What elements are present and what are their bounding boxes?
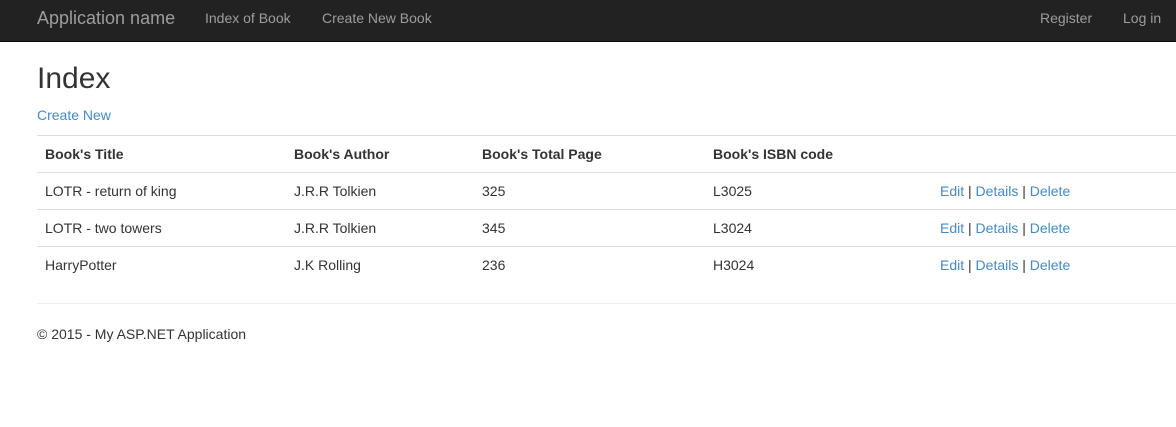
cell-title: LOTR - two towers [37, 209, 286, 247]
cell-actions: Edit | Details | Delete [932, 209, 1176, 247]
cell-title: LOTR - return of king [37, 172, 286, 210]
delete-link[interactable]: Delete [1030, 220, 1070, 236]
cell-actions: Edit | Details | Delete [932, 246, 1176, 283]
nav-link-create-new-book[interactable]: Create New Book [322, 0, 432, 36]
create-new-link[interactable]: Create New [37, 106, 111, 124]
table-row: LOTR - two towers J.R.R Tolkien 345 L302… [37, 209, 1176, 247]
cell-author: J.R.R Tolkien [286, 172, 474, 210]
header-title: Book's Title [37, 135, 286, 173]
cell-title: HarryPotter [37, 246, 286, 283]
action-separator: | [1022, 257, 1026, 273]
action-separator: | [968, 257, 972, 273]
table-row: LOTR - return of king J.R.R Tolkien 325 … [37, 172, 1176, 210]
details-link[interactable]: Details [976, 220, 1019, 236]
cell-isbn: L3024 [705, 209, 932, 247]
header-author: Book's Author [286, 135, 474, 173]
table-row: HarryPotter J.K Rolling 236 H3024 Edit |… [37, 246, 1176, 283]
delete-link[interactable]: Delete [1030, 257, 1070, 273]
details-link[interactable]: Details [976, 183, 1019, 199]
edit-link[interactable]: Edit [940, 257, 964, 273]
nav-link-log-in[interactable]: Log in [1123, 0, 1161, 36]
footer-divider [37, 303, 1176, 304]
cell-actions: Edit | Details | Delete [932, 172, 1176, 210]
cell-author: J.R.R Tolkien [286, 209, 474, 247]
cell-pages: 345 [474, 209, 705, 247]
cell-pages: 325 [474, 172, 705, 210]
details-link[interactable]: Details [976, 257, 1019, 273]
cell-author: J.K Rolling [286, 246, 474, 283]
table-header-row: Book's Title Book's Author Book's Total … [37, 135, 1176, 173]
header-total-page: Book's Total Page [474, 135, 705, 173]
books-table: Book's Title Book's Author Book's Total … [37, 135, 1176, 283]
books-table-container: Book's Title Book's Author Book's Total … [37, 135, 1176, 283]
nav-link-index-of-book[interactable]: Index of Book [205, 0, 291, 36]
nav-link-register[interactable]: Register [1040, 0, 1092, 36]
header-actions [932, 135, 1176, 173]
page-title: Index [37, 62, 111, 95]
footer-copyright: © 2015 - My ASP.NET Application [37, 326, 247, 342]
edit-link[interactable]: Edit [940, 183, 964, 199]
brand-link[interactable]: Application name [37, 0, 175, 36]
action-separator: | [1022, 183, 1026, 199]
delete-link[interactable]: Delete [1030, 183, 1070, 199]
top-navbar: Application name Index of Book Create Ne… [0, 0, 1176, 42]
cell-isbn: L3025 [705, 172, 932, 210]
action-separator: | [968, 220, 972, 236]
edit-link[interactable]: Edit [940, 220, 964, 236]
cell-isbn: H3024 [705, 246, 932, 283]
action-separator: | [1022, 220, 1026, 236]
header-isbn: Book's ISBN code [705, 135, 932, 173]
action-separator: | [968, 183, 972, 199]
cell-pages: 236 [474, 246, 705, 283]
